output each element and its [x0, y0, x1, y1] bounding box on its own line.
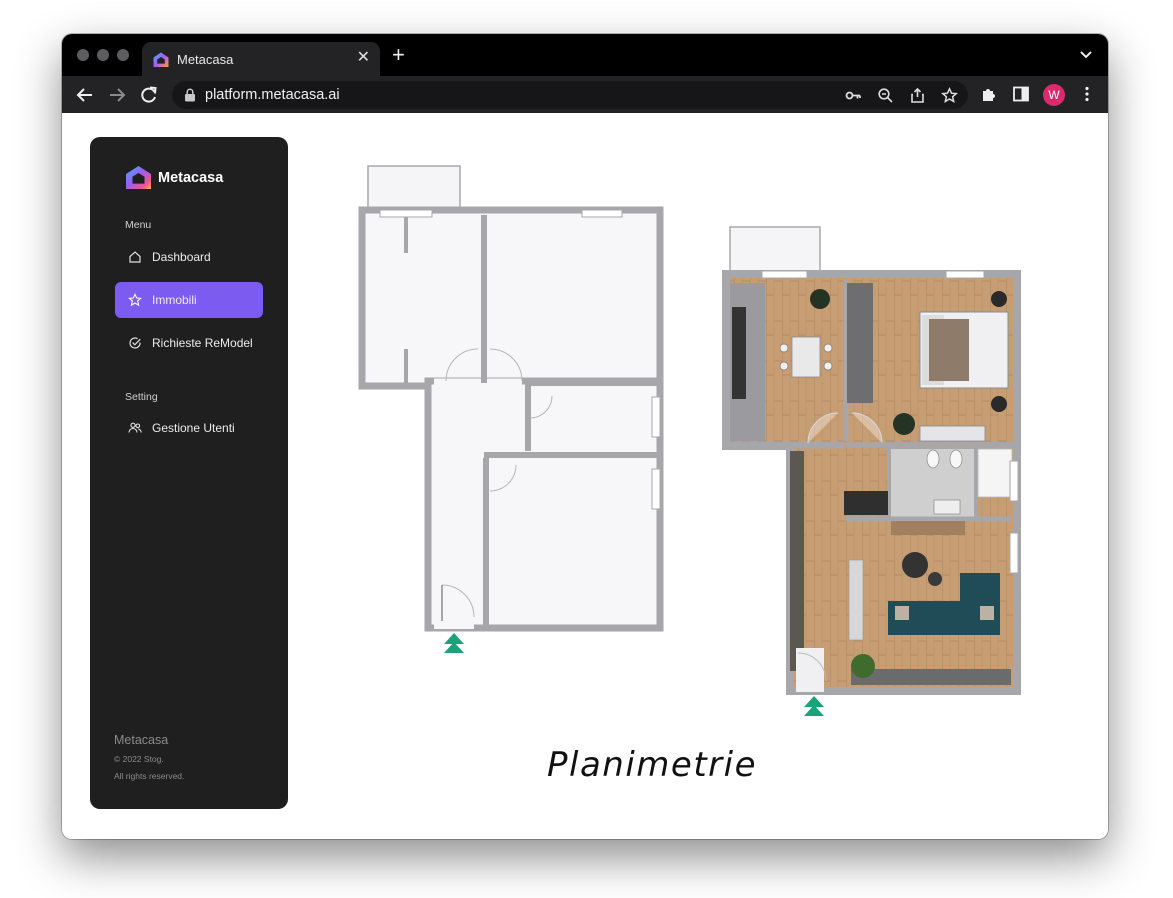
tab-bar: Metacasa ✕ + [62, 34, 1108, 76]
tab-title: Metacasa [177, 52, 234, 67]
close-window-button[interactable] [77, 49, 89, 61]
bookmark-star-icon[interactable] [941, 87, 958, 104]
browser-window: Metacasa ✕ + platform.metacasa.ai W Meta… [62, 34, 1108, 839]
entrance-arrow-icon [804, 696, 824, 716]
maximize-window-button[interactable] [117, 49, 129, 61]
extensions-puzzle-icon[interactable] [980, 85, 998, 103]
forward-arrow-icon[interactable] [107, 85, 127, 105]
floor-plans-illustration [358, 165, 1021, 716]
lock-icon [185, 88, 195, 102]
address-bar[interactable]: platform.metacasa.ai [172, 81, 968, 109]
browser-toolbar: platform.metacasa.ai W [62, 76, 1108, 113]
reload-icon[interactable] [139, 85, 159, 105]
url-text[interactable]: platform.metacasa.ai [205, 87, 340, 103]
key-icon[interactable] [845, 87, 862, 104]
floor-plan-furnished [722, 226, 1021, 695]
profile-avatar[interactable]: W [1043, 84, 1065, 106]
back-arrow-icon[interactable] [75, 85, 95, 105]
metacasa-favicon-icon [153, 52, 169, 67]
new-tab-button[interactable]: + [392, 44, 405, 66]
page-caption: Planimetrie [547, 745, 757, 785]
entrance-arrow-icon [444, 633, 464, 653]
share-icon[interactable] [909, 87, 926, 104]
minimize-window-button[interactable] [97, 49, 109, 61]
side-panel-icon[interactable] [1012, 85, 1030, 103]
zoom-icon[interactable] [877, 87, 894, 104]
page-content: Metacasa Menu Dashboard Immobili Richies… [62, 113, 1108, 839]
floor-plan-empty [358, 165, 664, 632]
more-menu-icon[interactable] [1078, 85, 1096, 103]
tab-search-chevron-icon[interactable] [1078, 46, 1094, 62]
browser-tab[interactable]: Metacasa ✕ [142, 42, 380, 76]
close-tab-icon[interactable]: ✕ [357, 49, 370, 67]
